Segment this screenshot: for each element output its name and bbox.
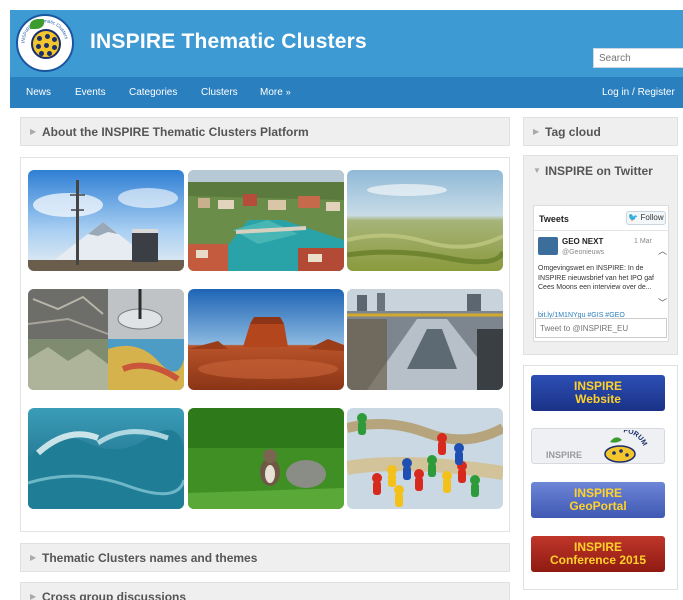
themes-panel-header[interactable]: ▶ Thematic Clusters names and themes [20, 543, 510, 572]
nav-item-clusters[interactable]: Clusters [201, 87, 238, 98]
discussions-panel-header[interactable]: ▶ Cross group discussions [20, 582, 510, 600]
inspire-conference-banner[interactable]: INSPIRE Conference 2015 [531, 536, 665, 572]
tweet-text: Omgevingswet en INSPIRE: In de INSPIRE n… [538, 265, 654, 291]
svg-text:FORUM: FORUM [623, 430, 648, 447]
search-input[interactable] [593, 48, 683, 68]
login-register-link[interactable]: Log in / Register [602, 87, 675, 98]
tweets-title: Tweets [539, 214, 569, 224]
inspire-logo[interactable]: INSPIRE · Thematic Clusters [16, 14, 74, 72]
follow-label: Follow [640, 213, 664, 222]
site-title[interactable]: INSPIRE Thematic Clusters [90, 30, 367, 54]
inspire-website-banner[interactable]: INSPIRE Website [531, 375, 665, 411]
twitter-panel-title[interactable]: INSPIRE on Twitter [545, 164, 665, 178]
triangle-right-icon: ▶ [30, 553, 37, 562]
triangle-right-icon: ▶ [533, 127, 540, 136]
site-header: INSPIRE · Thematic Clusters INSPIRE Them… [10, 10, 683, 77]
forum-banner-word: FORUM [623, 430, 648, 447]
tweet-date[interactable]: 1 Mar [634, 238, 652, 245]
twitter-bird-icon: 🐦 [628, 213, 639, 222]
avatar[interactable] [538, 237, 558, 255]
nav-item-categories[interactable]: Categories [129, 87, 177, 98]
triangle-right-icon: ▶ [30, 127, 37, 136]
themes-panel-title: Thematic Clusters names and themes [42, 551, 258, 565]
triangle-down-icon: ▼ [533, 166, 541, 175]
inspire-geoportal-banner[interactable]: INSPIRE GeoPortal [531, 482, 665, 518]
chevron-up-icon[interactable]: ︿ [658, 244, 667, 257]
wetland-landscape-photo[interactable] [347, 170, 503, 271]
banner-line2: Website [575, 392, 621, 406]
chevron-down-icon[interactable]: ﹀ [658, 296, 667, 309]
main-nav: News Events Categories Clusters More» Lo… [10, 77, 683, 108]
town-river-aerial-photo[interactable] [188, 170, 344, 271]
water-infrastructure-photo[interactable] [347, 289, 503, 390]
antenna-mountain-photo[interactable] [28, 170, 184, 271]
about-panel-title: About the INSPIRE Thematic Clusters Plat… [42, 125, 309, 139]
forum-banner-label: INSPIRE [546, 450, 583, 460]
banner-line2: GeoPortal [569, 499, 627, 513]
nav-item-news[interactable]: News [26, 87, 51, 98]
tweet-author-handle[interactable]: @Geonieuws [562, 249, 604, 256]
desert-butte-photo[interactable] [188, 289, 344, 390]
forum-logo-icon: FORUM [604, 430, 648, 463]
nav-item-more[interactable]: More» [260, 87, 291, 98]
globe-icon [31, 29, 61, 59]
inspire-forum-banner[interactable]: INSPIRE FORUM [531, 428, 665, 464]
ocean-wave-photo[interactable] [28, 408, 184, 509]
chevron-right-icon: » [285, 87, 291, 97]
tag-cloud-panel-header[interactable]: ▶ Tag cloud [523, 117, 678, 146]
follow-button[interactable]: 🐦 Follow [626, 211, 666, 225]
tweet-author-name[interactable]: GEO NEXT [562, 237, 603, 246]
discussions-panel-title: Cross group discussions [42, 590, 187, 600]
tag-cloud-title: Tag cloud [545, 125, 601, 139]
divider [534, 230, 668, 231]
triangle-right-icon: ▶ [30, 592, 37, 600]
nav-item-events[interactable]: Events [75, 87, 106, 98]
about-panel-header[interactable]: ▶ About the INSPIRE Thematic Clusters Pl… [20, 117, 510, 146]
squirrel-grass-photo[interactable] [188, 408, 344, 509]
game-pieces-map-photo[interactable] [347, 408, 503, 509]
tweet-to-input[interactable] [535, 318, 667, 338]
banner-line2: Conference 2015 [549, 553, 647, 567]
maps-collage-photo[interactable] [28, 289, 184, 390]
nav-more-label: More [260, 87, 283, 98]
